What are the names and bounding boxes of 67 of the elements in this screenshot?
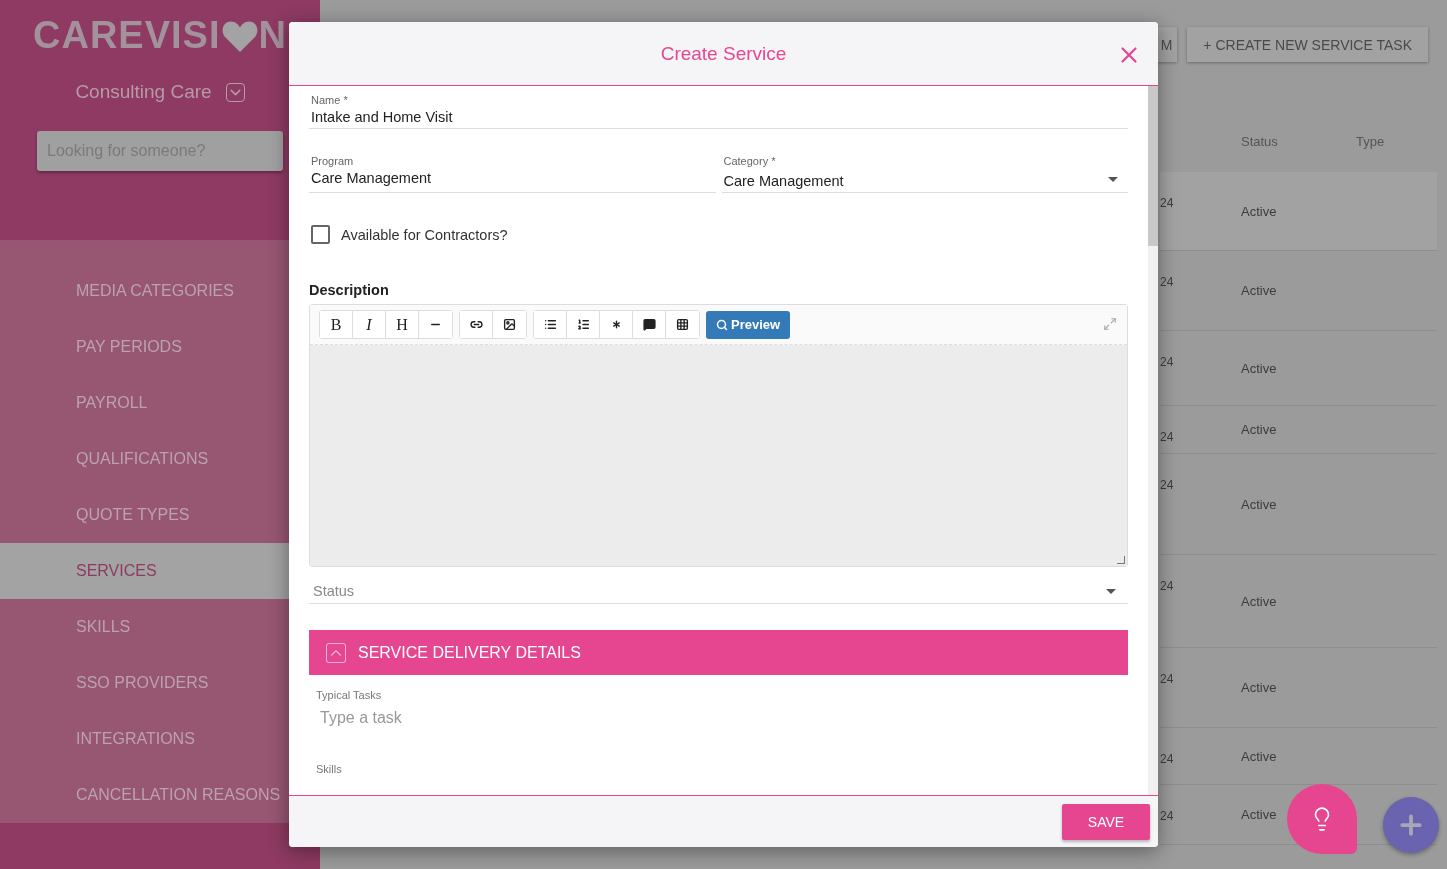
grid-icon (676, 318, 689, 331)
preview-button[interactable]: Preview (706, 310, 791, 339)
status-select[interactable]: Status (309, 567, 1128, 604)
heart-icon (220, 19, 259, 52)
speech-bubble-icon (642, 318, 656, 331)
format-button[interactable] (534, 311, 567, 338)
menu-item[interactable]: INTEGRATIONS (0, 711, 289, 767)
status-cell: Active (1241, 593, 1277, 609)
table-cell: 24 (1160, 275, 1174, 289)
format-button[interactable] (460, 311, 493, 338)
field-label: Program (311, 155, 355, 167)
menu-item[interactable]: PAYROLL (0, 375, 289, 431)
menu-item[interactable]: SSO PROVIDERS (0, 655, 289, 711)
menu-item[interactable]: CANCELLATION REASONS (0, 767, 289, 823)
dropdown-icon[interactable] (225, 82, 245, 102)
logo-text: N (258, 14, 287, 57)
dialog-title: Create Service (660, 42, 787, 65)
column-header: Type (1356, 132, 1386, 151)
company-name: Consulting Care (75, 81, 212, 103)
format-button[interactable]: B (320, 311, 353, 338)
menu-item[interactable]: SERVICES (0, 543, 289, 599)
table-cell: 24 (1160, 579, 1174, 593)
program-field[interactable]: Care Management (311, 170, 714, 186)
section-header[interactable]: SERVICE DELIVERY DETAILS (309, 630, 1128, 675)
scrollbar[interactable] (1148, 86, 1158, 795)
bulleted-list-icon (543, 318, 557, 331)
checkbox-label: Available for Contractors? (341, 226, 508, 243)
menu-item[interactable]: QUOTE TYPES (0, 487, 289, 543)
status-cell: Active (1241, 360, 1277, 376)
status-cell: Active (1241, 283, 1277, 298)
status-cell: Active (1241, 203, 1277, 219)
status-cell: Active (1241, 496, 1277, 512)
toolbar-button[interactable]: + CREATE NEW SERVICE TASK (1187, 27, 1428, 62)
menu-item[interactable]: PAY PERIODS (0, 319, 289, 375)
checkbox[interactable] (311, 225, 330, 244)
image-icon (503, 318, 516, 331)
table-cell: 24 (1160, 809, 1174, 823)
link-icon (469, 318, 483, 331)
field-label: Typical Tasks (316, 689, 383, 701)
search-icon (716, 318, 728, 331)
table-cell: 24 (1160, 672, 1174, 686)
table-cell: 24 (1160, 355, 1174, 369)
table-cell: 24 (1160, 478, 1174, 492)
field-label: Skills (316, 763, 343, 775)
status-cell: Active (1241, 748, 1277, 764)
save-button[interactable]: SAVE (1062, 804, 1150, 840)
category-select[interactable]: Care Management (723, 173, 844, 189)
resize-handle[interactable] (1117, 556, 1125, 564)
field-label: Category * (723, 155, 777, 167)
numbered-list-icon (576, 318, 590, 331)
section-title: SERVICE DELIVERY DETAILS (358, 643, 581, 662)
table-cell: 24 (1160, 196, 1174, 210)
status-cell: Active (1241, 807, 1277, 822)
field-label: Name * (311, 94, 349, 106)
table-cell: 24 (1160, 752, 1174, 766)
field-label: Description (309, 282, 390, 298)
column-header: Status (1241, 132, 1279, 151)
caret-icon (1108, 177, 1118, 182)
table-cell: 24 (1160, 430, 1174, 444)
status-cell: Active (1241, 680, 1277, 695)
menu-item[interactable]: SKILLS (0, 599, 289, 655)
name-field[interactable]: Intake and Home Visit (311, 109, 1126, 125)
caret-icon (1106, 588, 1116, 594)
logo-text: CAREVISI (33, 14, 221, 57)
menu-item[interactable]: MEDIA CATEGORIES (0, 263, 289, 319)
status-cell: Active (1241, 422, 1277, 437)
menu-item[interactable]: QUALIFICATIONS (0, 431, 289, 487)
